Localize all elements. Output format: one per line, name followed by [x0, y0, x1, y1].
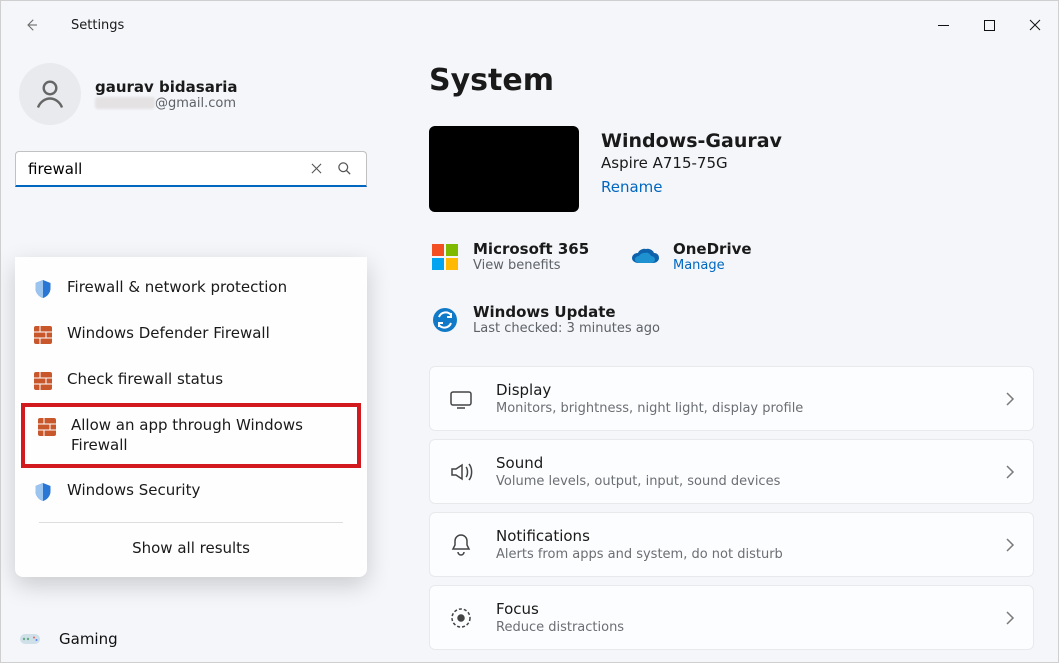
person-icon	[32, 76, 68, 112]
device-row: Windows-Gaurav Aspire A715-75G Rename	[429, 126, 1034, 212]
main-content: System Windows-Gaurav Aspire A715-75G Re…	[381, 49, 1058, 662]
search-results-dropdown: Firewall & network protection Windows De…	[15, 257, 367, 577]
search-result-item[interactable]: Windows Security	[15, 468, 367, 514]
focus-icon	[448, 605, 474, 631]
divider	[39, 522, 343, 523]
quick-row: Microsoft 365 View benefits OneDrive Man…	[429, 240, 1034, 336]
sidebar-item-gaming[interactable]: Gaming	[19, 630, 118, 648]
x-icon	[311, 163, 322, 174]
quick-windows-update[interactable]: Windows Update Last checked: 3 minutes a…	[429, 303, 660, 336]
ms365-icon	[429, 241, 461, 273]
search-result-item[interactable]: Firewall & network protection	[15, 265, 367, 311]
sound-icon	[448, 459, 474, 485]
brick-wall-icon	[33, 325, 53, 345]
page-title: System	[429, 63, 1034, 98]
close-button[interactable]	[1012, 8, 1058, 42]
maximize-button[interactable]	[966, 8, 1012, 42]
sidebar: gaurav bidasaria @gmail.com	[1, 49, 381, 662]
display-icon	[448, 386, 474, 412]
settings-window: Settings gaurav bidasaria	[0, 0, 1059, 663]
minimize-button[interactable]	[920, 8, 966, 42]
maximize-icon	[984, 20, 995, 31]
search-result-item[interactable]: Windows Defender Firewall	[15, 311, 367, 357]
device-model: Aspire A715-75G	[601, 154, 782, 172]
shield-icon	[33, 279, 53, 299]
search-button[interactable]	[330, 155, 358, 183]
back-button[interactable]	[11, 5, 51, 45]
search-clear-button[interactable]	[302, 155, 330, 183]
title-text: Settings	[71, 18, 124, 33]
quick-onedrive[interactable]: OneDrive Manage	[629, 240, 799, 273]
profile-email: @gmail.com	[95, 96, 238, 111]
search-box[interactable]	[15, 151, 367, 187]
card-notifications[interactable]: Notifications Alerts from apps and syste…	[429, 512, 1034, 577]
onedrive-icon	[629, 241, 661, 273]
email-redacted	[95, 97, 155, 109]
close-icon	[1029, 19, 1041, 31]
chevron-right-icon	[1005, 610, 1015, 626]
search-result-item-highlighted[interactable]: Allow an app through Windows Firewall	[21, 403, 361, 468]
titlebar: Settings	[1, 1, 1058, 49]
device-thumbnail	[429, 126, 579, 212]
chevron-right-icon	[1005, 537, 1015, 553]
device-name: Windows-Gaurav	[601, 130, 782, 152]
rename-link[interactable]: Rename	[601, 178, 782, 196]
gamepad-icon	[19, 631, 41, 647]
search-result-item[interactable]: Check firewall status	[15, 357, 367, 403]
card-display[interactable]: Display Monitors, brightness, night ligh…	[429, 366, 1034, 431]
profile-name: gaurav bidasaria	[95, 78, 238, 96]
sync-icon	[429, 304, 461, 336]
search-icon	[337, 161, 352, 176]
card-sound[interactable]: Sound Volume levels, output, input, soun…	[429, 439, 1034, 504]
minimize-icon	[938, 20, 949, 31]
brick-wall-icon	[37, 417, 57, 437]
chevron-right-icon	[1005, 391, 1015, 407]
bell-icon	[448, 532, 474, 558]
avatar	[19, 63, 81, 125]
arrow-left-icon	[22, 16, 40, 34]
chevron-right-icon	[1005, 464, 1015, 480]
shield-icon	[33, 482, 53, 502]
search-input[interactable]	[26, 159, 302, 179]
profile[interactable]: gaurav bidasaria @gmail.com	[15, 63, 367, 125]
brick-wall-icon	[33, 371, 53, 391]
show-all-results[interactable]: Show all results	[15, 529, 367, 561]
card-focus[interactable]: Focus Reduce distractions	[429, 585, 1034, 650]
quick-ms365[interactable]: Microsoft 365 View benefits	[429, 240, 599, 273]
